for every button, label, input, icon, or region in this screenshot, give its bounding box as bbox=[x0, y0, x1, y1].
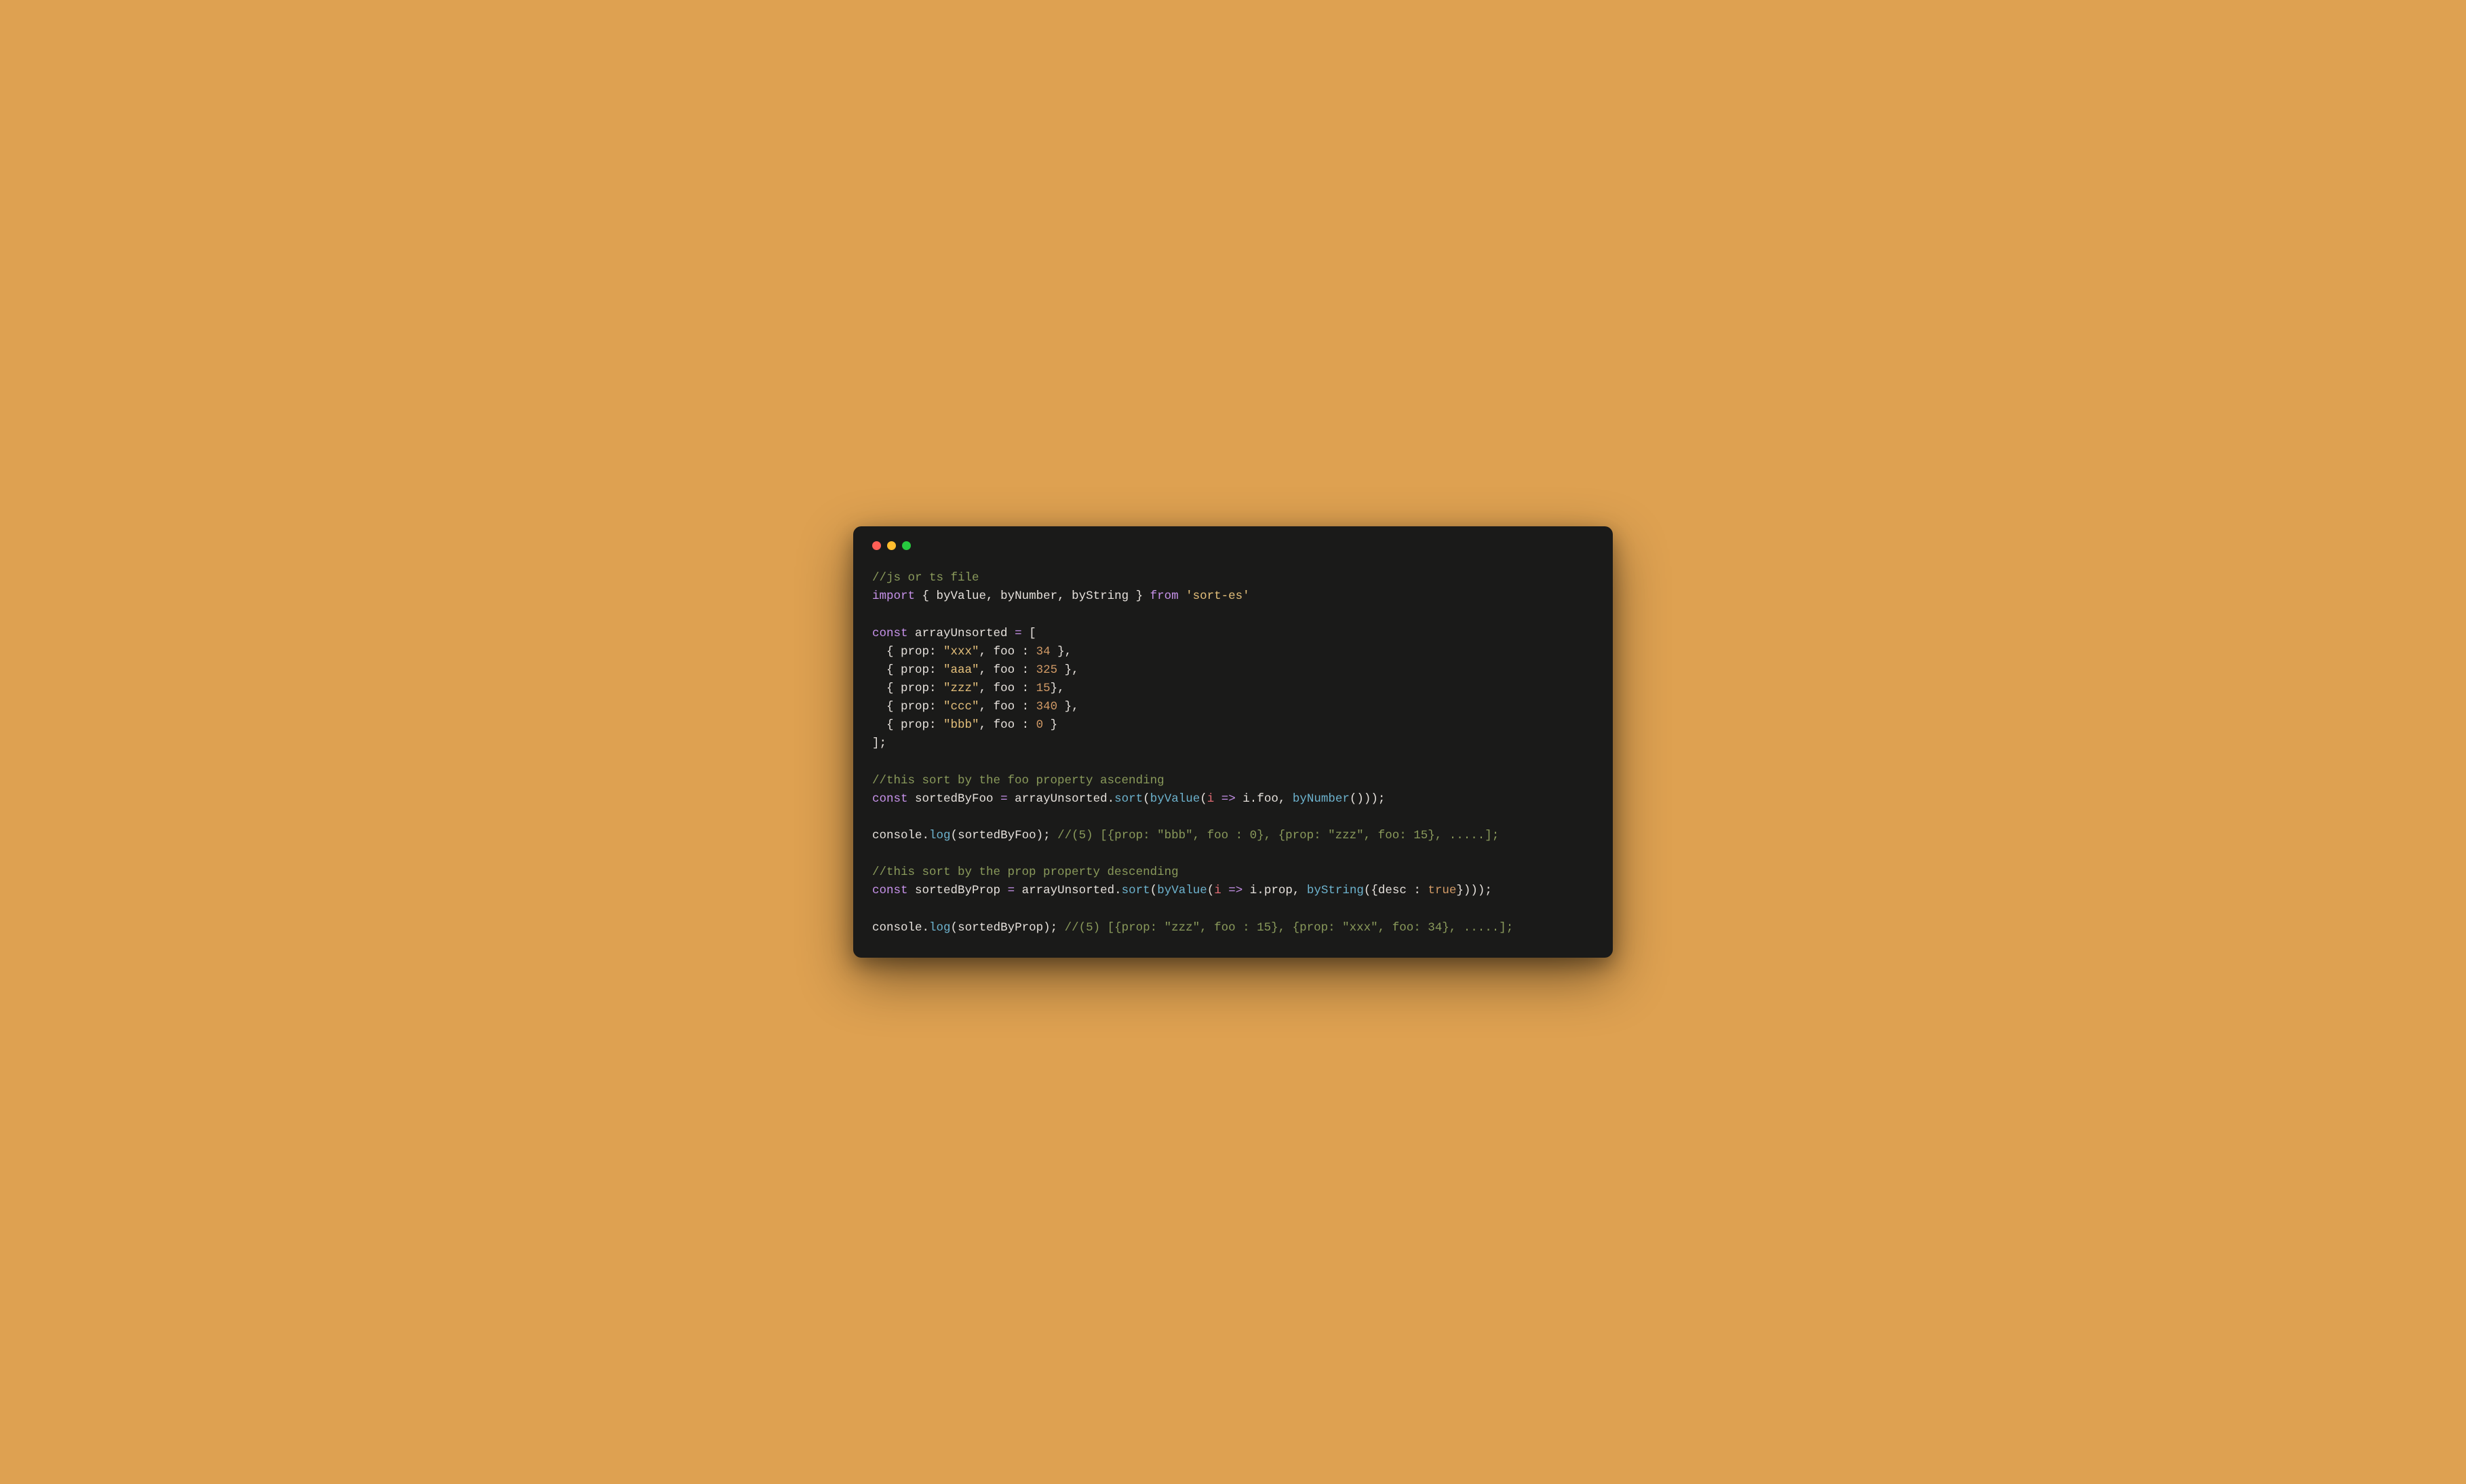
import-name: byValue bbox=[937, 589, 987, 603]
method-call: sort bbox=[1114, 792, 1143, 806]
method-call: log bbox=[929, 921, 951, 935]
window-titlebar bbox=[872, 541, 1594, 550]
variable-name: sortedByFoo bbox=[915, 792, 994, 806]
comment-line: //this sort by the foo property ascendin… bbox=[872, 774, 1164, 787]
import-name: byString bbox=[1072, 589, 1129, 603]
code-window: //js or ts file import { byValue, byNumb… bbox=[853, 526, 1613, 958]
keyword-const: const bbox=[872, 627, 908, 640]
param: i bbox=[1207, 792, 1215, 806]
method-call: sort bbox=[1122, 884, 1150, 897]
maximize-icon[interactable] bbox=[902, 541, 911, 550]
console-object: console bbox=[872, 921, 922, 935]
function-call: byString bbox=[1307, 884, 1364, 897]
number-literal: 0 bbox=[1036, 718, 1044, 732]
number-literal: 34 bbox=[1036, 645, 1051, 659]
comment-line: //this sort by the prop property descend… bbox=[872, 865, 1179, 879]
string-literal: "bbb" bbox=[943, 718, 979, 732]
keyword-const: const bbox=[872, 792, 908, 806]
string-literal: "xxx" bbox=[943, 645, 979, 659]
string-literal: "zzz" bbox=[943, 682, 979, 695]
number-literal: 340 bbox=[1036, 700, 1058, 714]
variable-name: arrayUnsorted bbox=[915, 627, 1008, 640]
string-literal: 'sort-es' bbox=[1186, 589, 1250, 603]
minimize-icon[interactable] bbox=[887, 541, 896, 550]
param: i bbox=[1214, 884, 1221, 897]
console-object: console bbox=[872, 829, 922, 842]
comment-line: //(5) [{prop: "zzz", foo : 15}, {prop: "… bbox=[1065, 921, 1514, 935]
close-icon[interactable] bbox=[872, 541, 881, 550]
keyword-from: from bbox=[1150, 589, 1179, 603]
string-literal: "ccc" bbox=[943, 700, 979, 714]
code-block: //js or ts file import { byValue, byNumb… bbox=[872, 569, 1594, 937]
boolean-literal: true bbox=[1428, 884, 1456, 897]
method-call: log bbox=[929, 829, 951, 842]
number-literal: 325 bbox=[1036, 663, 1058, 677]
keyword-import: import bbox=[872, 589, 915, 603]
import-name: byNumber bbox=[1000, 589, 1057, 603]
comment-line: //(5) [{prop: "bbb", foo : 0}, {prop: "z… bbox=[1057, 829, 1499, 842]
function-call: byValue bbox=[1157, 884, 1207, 897]
function-call: byNumber bbox=[1293, 792, 1350, 806]
keyword-const: const bbox=[872, 884, 908, 897]
string-literal: "aaa" bbox=[943, 663, 979, 677]
number-literal: 15 bbox=[1036, 682, 1051, 695]
variable-name: sortedByProp bbox=[915, 884, 1000, 897]
comment-line: //js or ts file bbox=[872, 571, 979, 585]
function-call: byValue bbox=[1150, 792, 1200, 806]
